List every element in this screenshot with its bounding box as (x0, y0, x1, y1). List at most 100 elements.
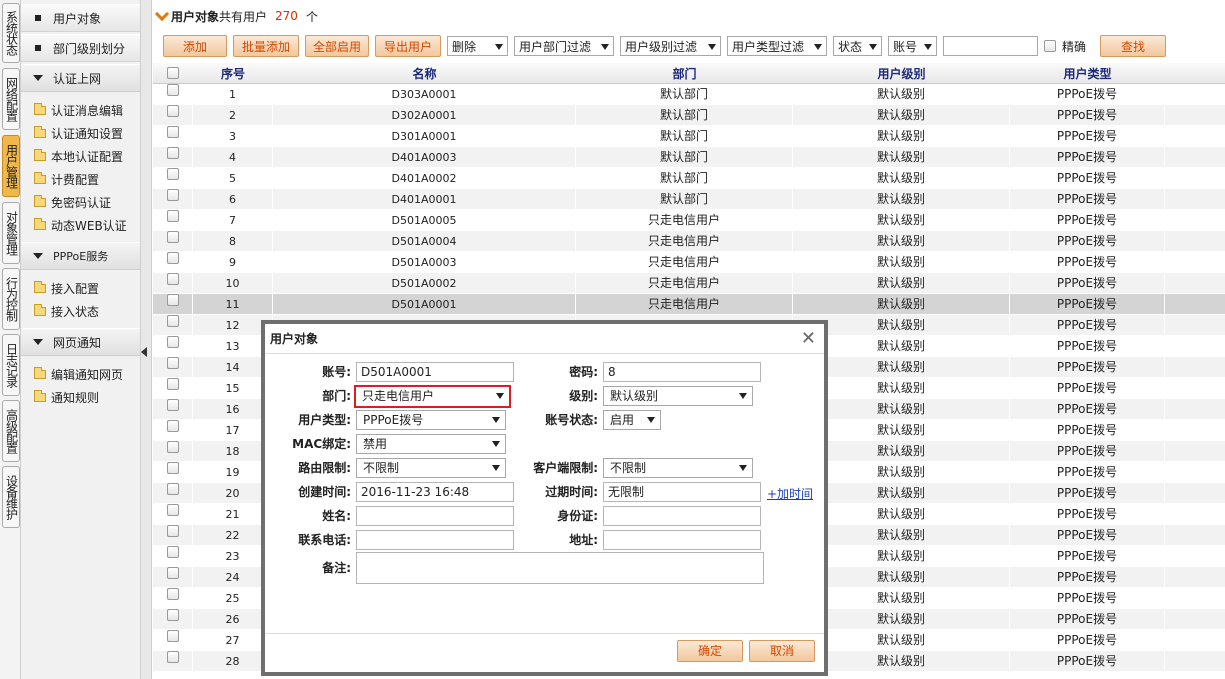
search-button[interactable]: 查找 (1100, 35, 1167, 57)
table-row[interactable]: 4 D401A0003 默认部门 默认级别 PPPoE拨号 (153, 146, 1225, 168)
sidebar-item-access-status[interactable]: 接入状态 (21, 300, 140, 323)
ok-button[interactable]: 确定 (677, 640, 743, 662)
row-checkbox[interactable] (166, 356, 179, 369)
vtab-device-maintenance[interactable]: 设备维护 (2, 466, 20, 528)
dept-select[interactable]: 只走电信用户 (354, 385, 511, 408)
table-row[interactable]: 5 D401A0002 默认部门 默认级别 PPPoE拨号 (153, 167, 1225, 189)
row-checkbox[interactable] (166, 335, 179, 348)
table-row[interactable]: 9 D501A0003 只走电信用户 默认级别 PPPoE拨号 (153, 251, 1225, 273)
table-row[interactable]: 6 D401A0001 默认部门 默认级别 PPPoE拨号 (153, 188, 1225, 210)
created-time-field[interactable]: 2016-11-23 16:48 (356, 482, 514, 502)
exact-checkbox[interactable] (1044, 40, 1056, 52)
mac-binding-select[interactable]: 禁用 (356, 434, 506, 454)
row-checkbox[interactable] (166, 566, 179, 579)
row-checkbox[interactable] (166, 461, 179, 474)
level-filter-select[interactable]: 用户级别过滤 (620, 36, 721, 56)
remark-textarea[interactable] (356, 552, 764, 584)
sidebar-group-pppoe[interactable]: PPPoE服务 (21, 242, 140, 270)
sidebar-item-local-auth[interactable]: 本地认证配置 (21, 145, 140, 168)
col-header-name[interactable]: 名称 (273, 65, 576, 82)
collapse-arrow-icon[interactable] (141, 347, 147, 357)
row-checkbox[interactable] (166, 440, 179, 453)
vtab-object-management[interactable]: 对象管理 (2, 202, 20, 264)
row-checkbox[interactable] (166, 272, 179, 285)
col-header-type[interactable]: 用户类型 (1010, 65, 1165, 82)
select-all-checkbox[interactable] (167, 67, 179, 79)
sidebar-item-auth-message[interactable]: 认证消息编辑 (21, 99, 140, 122)
address-field[interactable] (603, 530, 761, 550)
sidebar-item-dynamic-web[interactable]: 动态WEB认证 (21, 214, 140, 237)
type-filter-select[interactable]: 用户类型过滤 (727, 36, 827, 56)
export-users-button[interactable]: 导出用户 (375, 35, 441, 57)
sidebar-item-notify-rules[interactable]: 通知规则 (21, 386, 140, 409)
row-checkbox[interactable] (166, 314, 179, 327)
sidebar-item-auth-notify[interactable]: 认证通知设置 (21, 122, 140, 145)
row-checkbox[interactable] (166, 608, 179, 621)
field-select[interactable]: 账号 (888, 36, 937, 56)
table-row[interactable]: 3 D301A0001 默认部门 默认级别 PPPoE拨号 (153, 125, 1225, 147)
row-checkbox[interactable] (166, 419, 179, 432)
table-row[interactable]: 11 D501A0001 只走电信用户 默认级别 PPPoE拨号 (153, 293, 1225, 315)
row-checkbox[interactable] (166, 293, 179, 306)
expire-time-field[interactable]: 无限制 (603, 482, 761, 502)
table-row[interactable]: 1 D303A0001 默认部门 默认级别 PPPoE拨号 (153, 83, 1225, 105)
sidebar-item-dept-level[interactable]: 部门级别划分 (21, 34, 140, 62)
row-checkbox[interactable] (166, 188, 179, 201)
id-card-field[interactable] (603, 506, 761, 526)
delete-select[interactable]: 删除 (447, 36, 508, 56)
dept-filter-select[interactable]: 用户部门过滤 (514, 36, 614, 56)
col-header-index[interactable]: 序号 (193, 65, 273, 82)
add-button[interactable]: 添加 (163, 35, 227, 57)
row-checkbox[interactable] (166, 251, 179, 264)
sidebar-splitter[interactable] (140, 0, 152, 679)
vtab-network-config[interactable]: 网络配置 (2, 68, 20, 130)
batch-add-button[interactable]: 批量添加 (233, 35, 299, 57)
password-field[interactable]: 8 (603, 362, 761, 382)
status-filter-select[interactable]: 状态 (833, 36, 882, 56)
row-checkbox[interactable] (166, 650, 179, 663)
vtab-behavior-control[interactable]: 行为控制 (2, 268, 20, 330)
account-field[interactable]: D501A0001 (356, 362, 514, 382)
add-time-link[interactable]: +加时间 (767, 485, 813, 502)
sidebar-item-no-password[interactable]: 免密码认证 (21, 191, 140, 214)
vtab-user-management[interactable]: 用户管理 (2, 135, 20, 197)
sidebar-item-user-object[interactable]: 用户对象 (21, 4, 140, 32)
close-icon[interactable]: ✕ (801, 330, 816, 348)
row-checkbox[interactable] (166, 104, 179, 117)
user-type-select[interactable]: PPPoE拨号 (356, 410, 506, 430)
level-select[interactable]: 默认级别 (603, 386, 753, 406)
enable-all-button[interactable]: 全部启用 (305, 35, 369, 57)
vtab-system-status[interactable]: 系统状态 (2, 3, 20, 63)
row-checkbox[interactable] (166, 83, 179, 96)
vtab-log-record[interactable]: 日志记录 (2, 334, 20, 396)
table-row[interactable]: 10 D501A0002 只走电信用户 默认级别 PPPoE拨号 (153, 272, 1225, 294)
row-checkbox[interactable] (166, 125, 179, 138)
row-checkbox[interactable] (166, 629, 179, 642)
cancel-button[interactable]: 取消 (749, 640, 815, 662)
table-row[interactable]: 7 D501A0005 只走电信用户 默认级别 PPPoE拨号 (153, 209, 1225, 231)
table-row[interactable]: 8 D501A0004 只走电信用户 默认级别 PPPoE拨号 (153, 230, 1225, 252)
row-checkbox[interactable] (166, 230, 179, 243)
sidebar-item-access-config[interactable]: 接入配置 (21, 277, 140, 300)
col-header-dept[interactable]: 部门 (576, 65, 793, 82)
phone-field[interactable] (356, 530, 514, 550)
name-field[interactable] (356, 506, 514, 526)
account-status-select[interactable]: 启用 (603, 410, 661, 430)
client-limit-select[interactable]: 不限制 (603, 458, 753, 478)
row-checkbox[interactable] (166, 146, 179, 159)
table-row[interactable]: 2 D302A0001 默认部门 默认级别 PPPoE拨号 (153, 104, 1225, 126)
vtab-advanced-config[interactable]: 高级配置 (2, 400, 20, 462)
row-checkbox[interactable] (166, 587, 179, 600)
sidebar-group-auth[interactable]: 认证上网 (21, 64, 140, 92)
row-checkbox[interactable] (166, 503, 179, 516)
sidebar-group-web-notify[interactable]: 网页通知 (21, 328, 140, 356)
row-checkbox[interactable] (166, 167, 179, 180)
row-checkbox[interactable] (166, 524, 179, 537)
col-header-level[interactable]: 用户级别 (793, 65, 1010, 82)
search-input[interactable] (943, 36, 1038, 56)
row-checkbox[interactable] (166, 209, 179, 222)
row-checkbox[interactable] (166, 545, 179, 558)
row-checkbox[interactable] (166, 398, 179, 411)
sidebar-item-billing[interactable]: 计费配置 (21, 168, 140, 191)
sidebar-item-edit-notify-page[interactable]: 编辑通知网页 (21, 363, 140, 386)
